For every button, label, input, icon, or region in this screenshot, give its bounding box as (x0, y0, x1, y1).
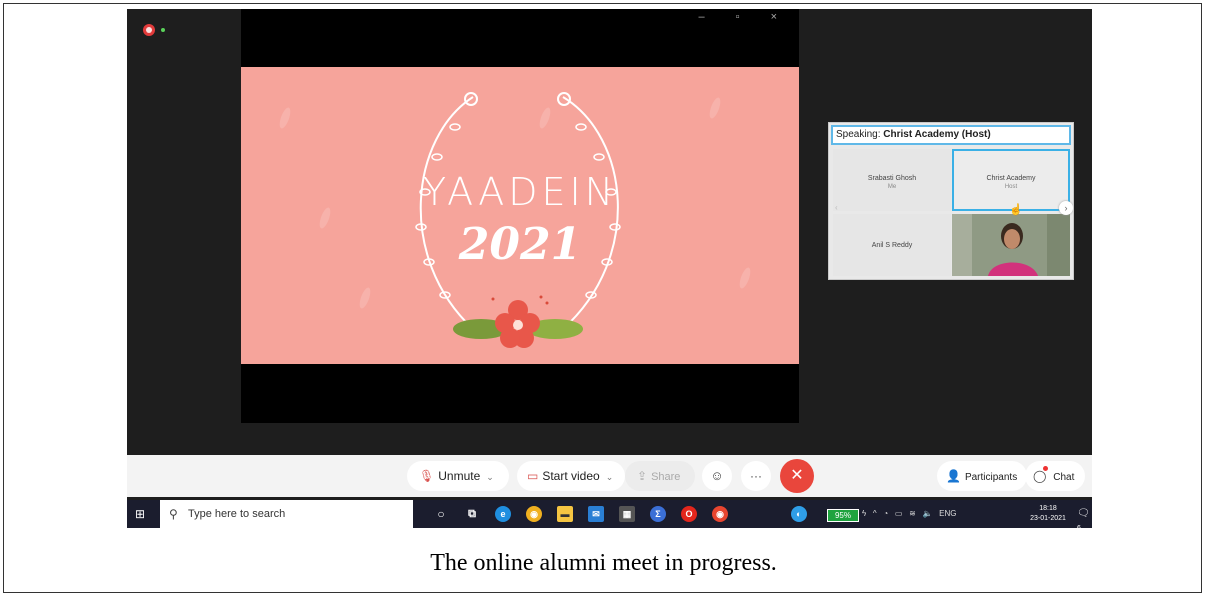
edge-browser-icon[interactable]: e (495, 506, 511, 522)
share-label: Share (651, 471, 681, 483)
speaking-indicator: Speaking: Christ Academy (Host) (831, 125, 1071, 145)
clock-date: 23-01-2021 (1030, 515, 1066, 522)
screen-share-window: – ▫ × YAADEIN 2021 (241, 9, 799, 423)
participant-name: Anil S Reddy (871, 242, 913, 249)
microphone-off-icon: 🎙 (419, 469, 435, 483)
meeting-app-icon[interactable]: ◐ (791, 506, 807, 522)
video-call-screenshot: – ▫ × YAADEIN 2021 Speaking: Christ Acad… (127, 9, 1092, 528)
opera-icon[interactable]: O (681, 506, 697, 522)
windows-start-icon[interactable]: ⊞ (135, 507, 145, 521)
smiley-icon: ☺ (710, 468, 724, 483)
system-tray[interactable]: ϟ ^ ◔ ▭ ≋ 🔈 ENG (862, 500, 956, 528)
speaking-label: Speaking: (836, 129, 881, 140)
chat-button[interactable]: ◯ Chat (1025, 461, 1085, 491)
chevron-down-icon[interactable]: ⌄ (606, 472, 614, 482)
presentation-slide: YAADEIN 2021 (241, 67, 799, 364)
participant-video (952, 214, 1070, 276)
participant-tile[interactable]: Christ Academy Host (952, 149, 1070, 211)
document-frame: – ▫ × YAADEIN 2021 Speaking: Christ Acad… (3, 3, 1202, 593)
charging-icon: ϟ (862, 509, 867, 518)
ellipsis-icon: ··· (750, 469, 762, 483)
wreath-icon (415, 92, 621, 348)
start-video-button[interactable]: ▭ Start video ⌄ (517, 461, 625, 491)
search-placeholder: Type here to search (188, 508, 286, 520)
participant-name: Srabasti Ghosh (867, 175, 917, 182)
sigma-app-icon[interactable]: Σ (650, 506, 666, 522)
language-indicator[interactable]: ENG (939, 509, 956, 518)
unmute-label: Unmute (438, 469, 481, 483)
notification-count: 6 (1077, 525, 1081, 528)
speaker-icon: 🔈 (922, 509, 933, 518)
clock-time: 18:18 (1039, 505, 1057, 512)
network-icon: ◔ (883, 509, 889, 518)
more-options-button[interactable]: ··· (741, 461, 771, 491)
taskbar-search-box[interactable]: ⚲ Type here to search (160, 500, 413, 528)
speaking-name: Christ Academy (Host) (883, 129, 991, 140)
hang-up-button[interactable]: ✕ (780, 459, 814, 493)
participant-video-tile[interactable] (952, 214, 1070, 276)
chrome-icon-2[interactable]: ◉ (712, 506, 728, 522)
taskbar-clock[interactable]: 18:18 23-01-2021 (1023, 504, 1073, 524)
chat-label: Chat (1053, 472, 1075, 483)
calculator-icon[interactable]: ▦ (619, 506, 635, 522)
notification-center-icon[interactable]: 🗨6 (1077, 508, 1092, 528)
chrome-icon[interactable]: ◉ (526, 506, 542, 522)
participant-tile[interactable]: Anil S Reddy (833, 214, 951, 276)
mail-icon[interactable]: ✉ (588, 506, 604, 522)
cursor-icon: ☝ (1009, 204, 1023, 216)
unmute-button[interactable]: 🎙 Unmute ⌄ (407, 461, 509, 491)
chevron-left-icon[interactable]: ‹ (835, 203, 838, 212)
wifi-icon: ≋ (909, 509, 916, 518)
status-dot-icon (161, 28, 165, 32)
participants-label: Participants (964, 472, 1018, 483)
window-controls[interactable]: – ▫ × (698, 11, 791, 23)
meeting-toolbar: 🎙 Unmute ⌄ ▭ Start video ⌄ ⇪ Share ☺ ··· ✕ 👤 P… (127, 455, 1092, 497)
person-icon: 👤 (946, 469, 961, 483)
figure-caption: The online alumni meet in progress. (430, 550, 777, 576)
slide-title: YAADEIN (422, 170, 618, 214)
reaction-button[interactable]: ☺ (702, 461, 732, 491)
chat-bubble-icon: ◯ (1033, 469, 1047, 483)
participant-role: Host (1004, 184, 1018, 190)
participant-name: Christ Academy (986, 175, 1036, 182)
participant-tile[interactable]: Srabasti Ghosh Me (833, 149, 951, 211)
slide-year: 2021 (458, 219, 582, 270)
chevron-right-icon[interactable]: › (1059, 201, 1073, 215)
video-off-icon: ▭ (527, 469, 539, 483)
chevron-down-icon[interactable]: ⌄ (486, 472, 494, 482)
chevron-up-icon[interactable]: ^ (873, 509, 877, 518)
participants-gallery: Speaking: Christ Academy (Host) Srabasti… (828, 122, 1074, 280)
battery-indicator[interactable]: 95% (827, 509, 859, 522)
battery-icon: ▭ (894, 509, 903, 518)
task-view-icon[interactable]: ⧉ (464, 506, 480, 522)
share-icon: ⇪ (637, 469, 648, 483)
search-icon: ⚲ (169, 507, 178, 521)
participant-role: Me (887, 184, 897, 190)
start-video-label: Start video (542, 469, 600, 483)
share-button[interactable]: ⇪ Share (625, 461, 695, 491)
recording-indicator-icon (143, 24, 155, 36)
windows-taskbar: ⊞ ⚲ Type here to search ○ ⧉ e ◉ ▬ ✉ ▦ Σ … (127, 500, 1092, 528)
file-explorer-icon[interactable]: ▬ (557, 506, 573, 522)
participants-button[interactable]: 👤 Participants (937, 461, 1027, 491)
cortana-icon[interactable]: ○ (433, 506, 449, 522)
close-icon: ✕ (790, 467, 804, 484)
